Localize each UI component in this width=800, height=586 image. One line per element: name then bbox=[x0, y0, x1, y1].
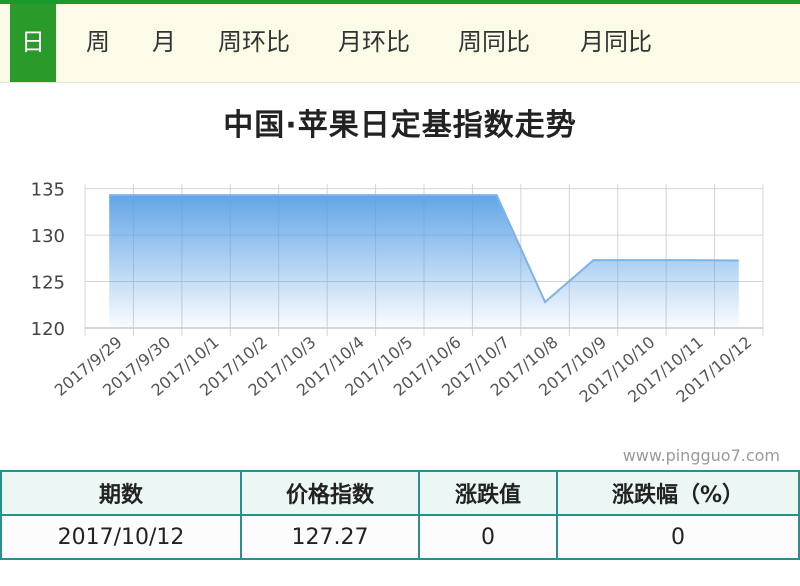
y-tick-label: 130 bbox=[31, 226, 65, 247]
tab-month[interactable]: 月 bbox=[152, 4, 176, 82]
header-change-percent: 涨跌幅（%） bbox=[556, 470, 800, 516]
series-area bbox=[109, 195, 739, 328]
cell-period: 2017/10/12 bbox=[0, 514, 242, 560]
tab-day[interactable]: 日 bbox=[10, 4, 56, 82]
y-tick-label: 125 bbox=[31, 273, 65, 294]
header-change-value: 涨跌值 bbox=[418, 470, 558, 516]
y-tick-label: 120 bbox=[31, 319, 65, 340]
chart-title: 中国·苹果日定基指数走势 bbox=[223, 108, 577, 143]
period-tabs: 日 周 月 周环比 月环比 周同比 月同比 bbox=[0, 4, 800, 83]
header-period: 期数 bbox=[0, 470, 242, 516]
table-header-row: 期数 价格指数 涨跌值 涨跌幅（%） bbox=[0, 470, 800, 516]
tab-week-year-over-year[interactable]: 周同比 bbox=[458, 4, 530, 82]
tab-month-year-over-year[interactable]: 月同比 bbox=[580, 4, 652, 82]
header-price-index: 价格指数 bbox=[240, 470, 420, 516]
site-watermark: www.pingguo7.com bbox=[622, 446, 780, 465]
table-row: 2017/10/12 127.27 0 0 bbox=[0, 514, 800, 560]
cell-change-value: 0 bbox=[418, 514, 558, 560]
cell-price-index: 127.27 bbox=[240, 514, 420, 560]
index-trend-chart: 1201251301352017/9/292017/9/302017/10/12… bbox=[31, 180, 764, 406]
tab-week[interactable]: 周 bbox=[86, 4, 110, 82]
tab-week-over-week[interactable]: 周环比 bbox=[218, 4, 290, 82]
cell-change-percent: 0 bbox=[556, 514, 800, 560]
index-summary-table: 期数 价格指数 涨跌值 涨跌幅（%） 2017/10/12 127.27 0 0 bbox=[0, 470, 800, 560]
y-tick-label: 135 bbox=[31, 180, 65, 201]
tab-month-over-month[interactable]: 月环比 bbox=[338, 4, 410, 82]
